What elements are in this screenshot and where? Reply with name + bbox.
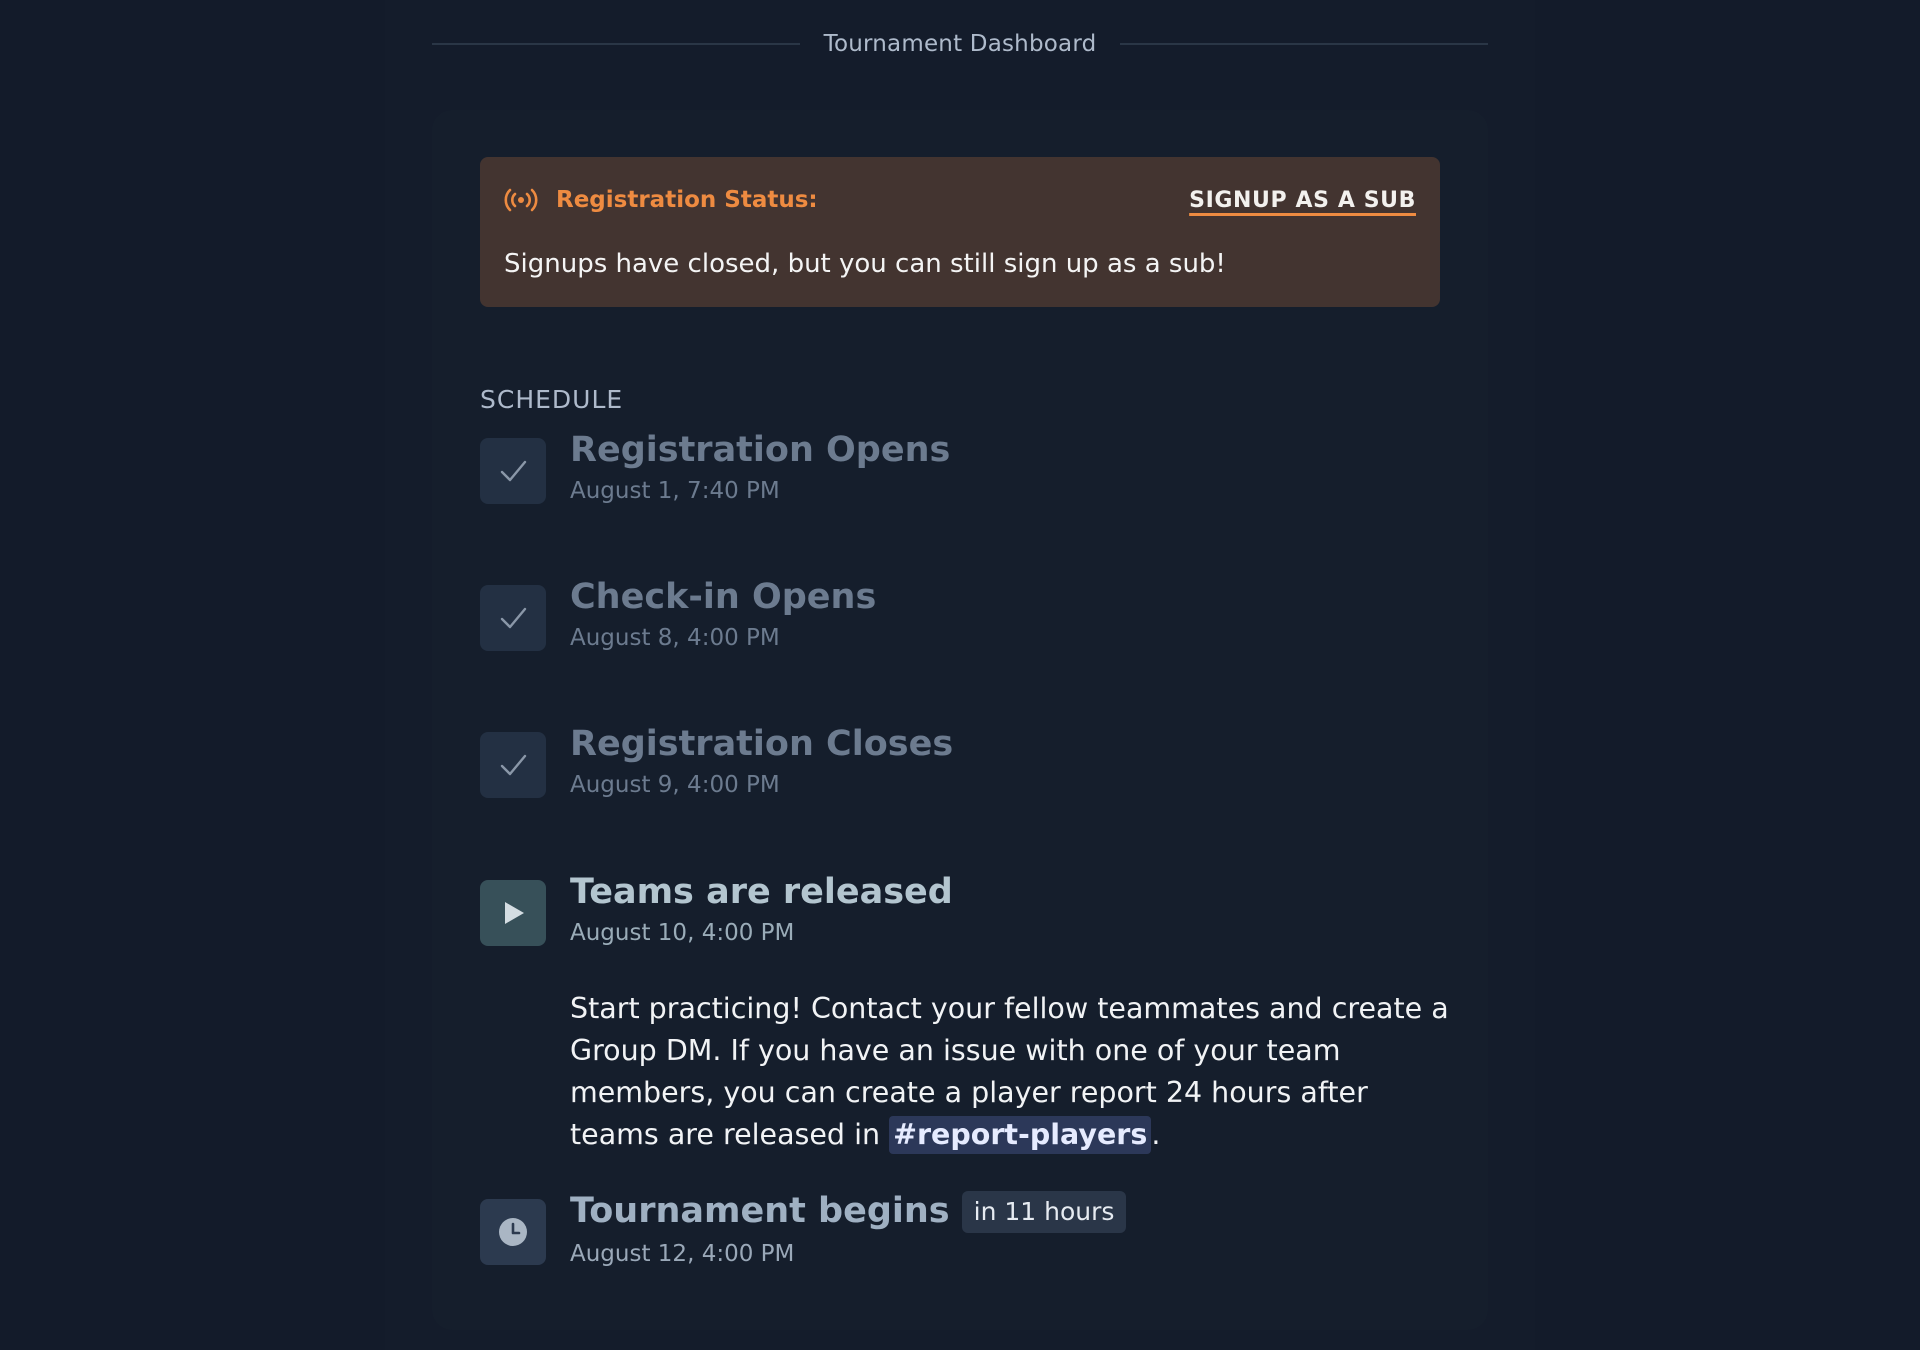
step-date: August 1, 7:40 PM [570, 478, 780, 504]
registration-status-label: Registration Status: [556, 187, 818, 213]
step-status-box [480, 732, 546, 798]
registration-status-banner: Registration Status: SIGNUP AS A SUB Sig… [480, 157, 1440, 307]
broadcast-icon [504, 188, 538, 212]
dashboard-card: Registration Status: SIGNUP AS A SUB Sig… [432, 110, 1488, 1330]
time-remaining-badge: in 11 hours [961, 1191, 1127, 1233]
step-status-box [480, 1199, 546, 1265]
registration-status-header: Registration Status: SIGNUP AS A SUB [504, 185, 1416, 215]
registration-status-message: Signups have closed, but you can still s… [504, 249, 1226, 279]
step-title: Registration Opens [570, 430, 951, 470]
play-icon [505, 902, 524, 924]
step-description: Start practicing! Contact your fellow te… [570, 988, 1450, 1156]
step-title: Registration Closes [570, 724, 954, 764]
page-title-text: Tournament Dashboard [823, 31, 1097, 57]
step-status-box [480, 438, 546, 504]
channel-link-report-players[interactable]: #report-players [889, 1116, 1152, 1154]
signup-as-sub-button[interactable]: SIGNUP AS A SUB [1189, 188, 1416, 213]
check-icon [500, 754, 527, 776]
step-description-suffix: . [1151, 1118, 1161, 1151]
page-title: Tournament Dashboard [432, 22, 1488, 66]
step-status-box [480, 880, 546, 946]
clock-icon [499, 1218, 527, 1246]
step-date: August 10, 4:00 PM [570, 920, 795, 946]
step-status-box [480, 585, 546, 651]
schedule-heading: SCHEDULE [480, 385, 624, 414]
step-date: August 12, 4:00 PM [570, 1241, 795, 1267]
step-title: Tournament begins in 11 hours [570, 1191, 1127, 1233]
step-title-text: Tournament begins [570, 1191, 950, 1231]
step-date: August 8, 4:00 PM [570, 625, 780, 651]
step-date: August 9, 4:00 PM [570, 772, 780, 798]
check-icon [500, 607, 527, 629]
step-title: Check-in Opens [570, 577, 877, 617]
check-icon [500, 460, 527, 482]
step-title: Teams are released [570, 872, 953, 912]
